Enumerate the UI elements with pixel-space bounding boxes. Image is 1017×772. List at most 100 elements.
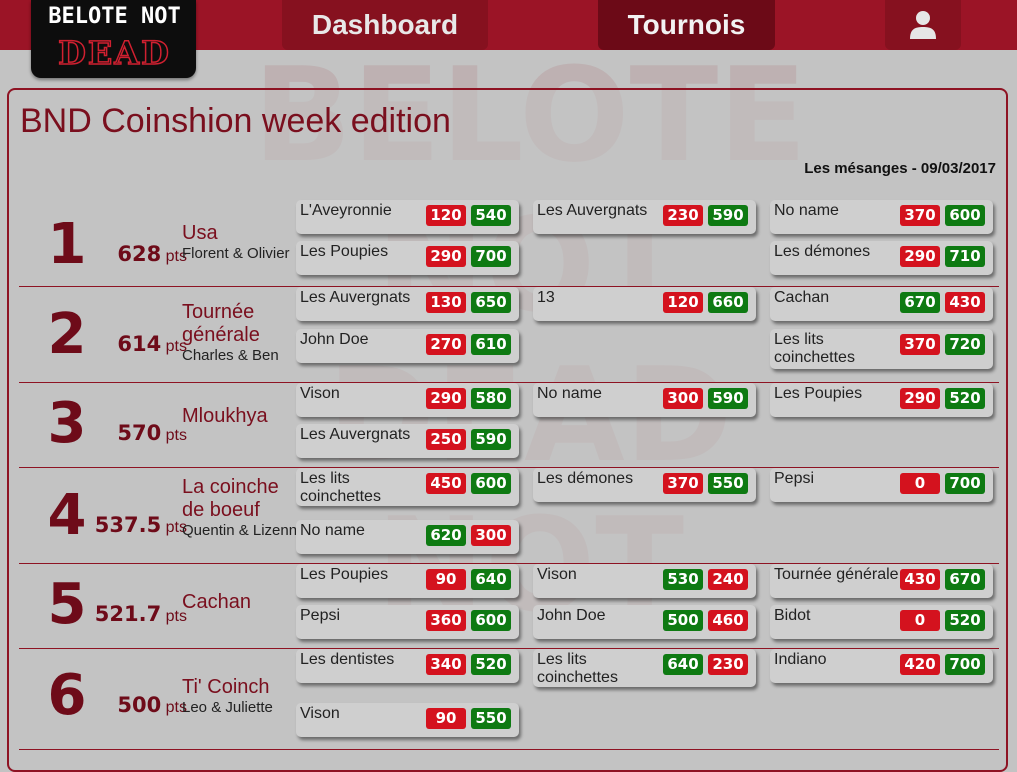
team-score-badge: 370	[900, 205, 940, 226]
team-score-badge: 430	[900, 569, 940, 590]
match-card[interactable]: Les Auvergnats 230 590	[533, 200, 756, 234]
team-score-badge: 230	[663, 205, 703, 226]
site-logo[interactable]: BELOTE NOT DEAD	[31, 0, 196, 78]
points-value: 521.7	[94, 602, 162, 626]
opponent-name: Pepsi	[774, 470, 815, 487]
opponent-name: Tournée générale	[774, 566, 899, 583]
match-card[interactable]: John Doe 500 460	[533, 605, 756, 639]
team-score-badge: 290	[426, 388, 466, 409]
team-score-badge: 370	[900, 334, 940, 355]
match-card[interactable]: Les lits coinchettes 640 230	[533, 649, 756, 687]
match-card[interactable]: Les Poupies 90 640	[296, 564, 519, 598]
opponent-name: Les lits coinchettes	[774, 331, 855, 366]
match-card[interactable]: Les Auvergnats 130 650	[296, 287, 519, 321]
team-players: Charles & Ben	[182, 347, 279, 364]
team-points: 570 pts	[117, 421, 187, 445]
opponent-score-badge: 520	[945, 610, 985, 631]
nav-tournois-button[interactable]: Tournois	[598, 0, 775, 50]
match-card[interactable]: No name 620 300	[296, 520, 519, 554]
match-card[interactable]: 13 120 660	[533, 287, 756, 321]
match-card[interactable]: John Doe 270 610	[296, 329, 519, 363]
ranking-row: 2 614 pts Tournée générale Charles & Ben Les…	[19, 287, 999, 383]
logo-text-line2: DEAD	[57, 33, 171, 73]
opponent-name: No name	[300, 522, 365, 539]
team-info: Tournée générale Charles & Ben	[182, 301, 302, 365]
opponent-name: Les Auvergnats	[537, 202, 648, 219]
match-card[interactable]: Les dentistes 340 520	[296, 649, 519, 683]
opponent-name: Indiano	[774, 651, 827, 668]
match-card[interactable]: L'Aveyronnie 120 540	[296, 200, 519, 234]
team-players: Florent & Olivier	[182, 245, 290, 262]
team-score-badge: 0	[900, 610, 940, 631]
opponent-name: Cachan	[774, 289, 830, 306]
ranking-row: 3 570 pts Mloukhya Vison 290 580 No name 300 590…	[19, 383, 999, 468]
points-value: 614	[117, 332, 162, 356]
match-card[interactable]: No name 370 600	[770, 200, 993, 234]
points-unit: pts	[161, 427, 187, 444]
ranking-row: 4 537.5 pts La coinche de boeuf Quentin & L…	[19, 468, 999, 564]
team-name[interactable]: Tournée générale	[182, 301, 302, 347]
opponent-score-badge: 710	[945, 246, 985, 267]
nav-user-button[interactable]	[885, 0, 961, 50]
opponent-name: Bidot	[774, 607, 811, 624]
opponent-score-badge: 600	[471, 610, 511, 631]
opponent-score-badge: 610	[471, 334, 511, 355]
match-card[interactable]: No name 300 590	[533, 383, 756, 417]
user-icon	[910, 11, 936, 39]
opponent-name: Les Poupies	[300, 566, 389, 583]
opponent-score-badge: 600	[471, 473, 511, 494]
team-score-badge: 640	[663, 654, 703, 675]
opponent-score-badge: 670	[945, 569, 985, 590]
rank-number: 5	[47, 572, 87, 637]
nav-dashboard-button[interactable]: Dashboard	[282, 0, 488, 50]
match-card[interactable]: Les Poupies 290 700	[296, 241, 519, 275]
opponent-name: Les Poupies	[774, 385, 863, 402]
team-name[interactable]: La coinche de boeuf	[182, 476, 302, 522]
team-name[interactable]: Ti' Coinch	[182, 676, 302, 699]
opponent-name: John Doe	[300, 331, 369, 348]
match-card[interactable]: Bidot 0 520	[770, 605, 993, 639]
team-name[interactable]: Mloukhya	[182, 405, 302, 428]
match-card[interactable]: Les Auvergnats 250 590	[296, 424, 519, 458]
match-card[interactable]: Les lits coinchettes 450 600	[296, 468, 519, 506]
opponent-score-badge: 240	[708, 569, 748, 590]
opponent-name: Les dentistes	[300, 651, 395, 668]
match-card[interactable]: Vison 530 240	[533, 564, 756, 598]
opponent-name: Pepsi	[300, 607, 341, 624]
opponent-name: No name	[537, 385, 602, 402]
match-card[interactable]: Les Poupies 290 520	[770, 383, 993, 417]
match-card[interactable]: Les démones 290 710	[770, 241, 993, 275]
opponent-name: John Doe	[537, 607, 606, 624]
team-players: Quentin & Lizenn	[182, 522, 298, 539]
match-card[interactable]: Tournée générale 430 670	[770, 564, 993, 598]
team-name[interactable]: Cachan	[182, 591, 302, 614]
team-name[interactable]: Usa	[182, 222, 302, 245]
rank-number: 2	[47, 302, 87, 367]
team-score-badge: 360	[426, 610, 466, 631]
match-card[interactable]: Indiano 420 700	[770, 649, 993, 683]
ranking-row: 6 500 pts Ti' Coinch Leo & Juliette Les dent…	[19, 649, 999, 750]
match-card[interactable]: Pepsi 360 600	[296, 605, 519, 639]
match-card[interactable]: Vison 290 580	[296, 383, 519, 417]
match-card[interactable]: Vison 90 550	[296, 703, 519, 737]
opponent-score-badge: 550	[708, 473, 748, 494]
team-info: Cachan	[182, 591, 302, 614]
team-info: Usa Florent & Olivier	[182, 222, 302, 263]
team-score-badge: 270	[426, 334, 466, 355]
team-score-badge: 450	[426, 473, 466, 494]
rank-number: 6	[47, 663, 87, 728]
team-score-badge: 120	[426, 205, 466, 226]
team-score-badge: 90	[426, 708, 466, 729]
opponent-score-badge: 460	[708, 610, 748, 631]
opponent-score-badge: 640	[471, 569, 511, 590]
team-points: 614 pts	[117, 332, 187, 356]
opponent-score-badge: 520	[471, 654, 511, 675]
match-card[interactable]: Les démones 370 550	[533, 468, 756, 502]
match-card[interactable]: Pepsi 0 700	[770, 468, 993, 502]
team-points: 500 pts	[117, 693, 187, 717]
team-info: Ti' Coinch Leo & Juliette	[182, 676, 302, 717]
match-card[interactable]: Les lits coinchettes 370 720	[770, 329, 993, 369]
tournament-panel: BND Coinshion week edition Les mésanges …	[7, 88, 1008, 772]
opponent-score-badge: 700	[471, 246, 511, 267]
match-card[interactable]: Cachan 670 430	[770, 287, 993, 321]
